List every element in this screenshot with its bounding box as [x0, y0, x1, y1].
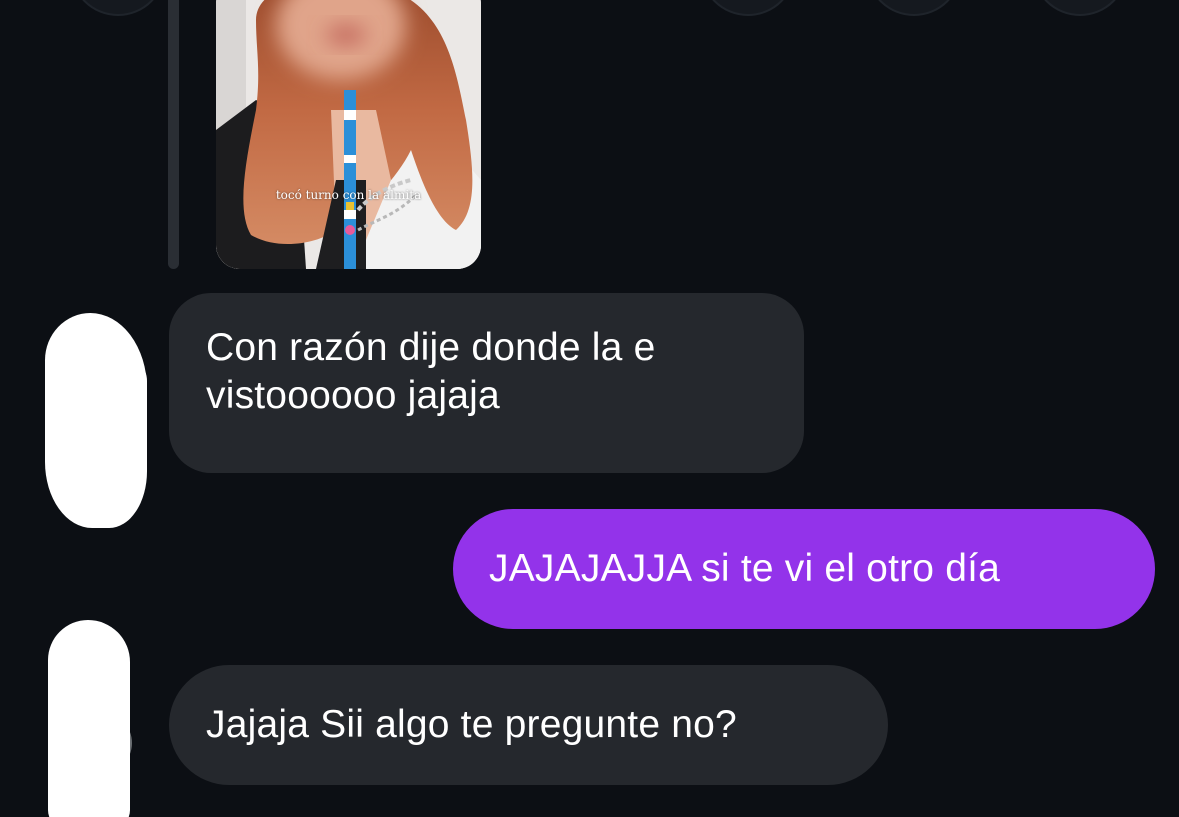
- reply-thread-line: [168, 0, 179, 269]
- message-bubble-incoming[interactable]: Con razón dije donde la e vistoooooo jaj…: [169, 293, 804, 473]
- redacted-avatar-scribble: [48, 620, 130, 817]
- chat-screen: tocó turno con la almita Con razón dije …: [0, 0, 1179, 817]
- top-avatar-partial[interactable]: [70, 0, 166, 16]
- top-icon-partial[interactable]: [700, 0, 796, 16]
- top-icon-partial[interactable]: [1032, 0, 1128, 16]
- shared-story-image[interactable]: tocó turno con la almita: [216, 0, 481, 269]
- message-text: JAJAJAJJA si te vi el otro día: [489, 547, 1001, 590]
- message-bubble-outgoing[interactable]: JAJAJAJJA si te vi el otro día: [453, 509, 1155, 629]
- story-photo: [216, 0, 481, 269]
- message-bubble-incoming[interactable]: Jajaja Sii algo te pregunte no?: [169, 665, 888, 785]
- message-text: Jajaja Sii algo te pregunte no?: [206, 703, 737, 746]
- top-icon-partial[interactable]: [866, 0, 962, 16]
- message-text-line: vistoooooo jajaja: [206, 374, 500, 417]
- message-text-line: Con razón dije donde la e: [206, 326, 656, 369]
- story-caption-text: tocó turno con la almita: [275, 188, 422, 202]
- redacted-avatar-scribble: [95, 355, 147, 475]
